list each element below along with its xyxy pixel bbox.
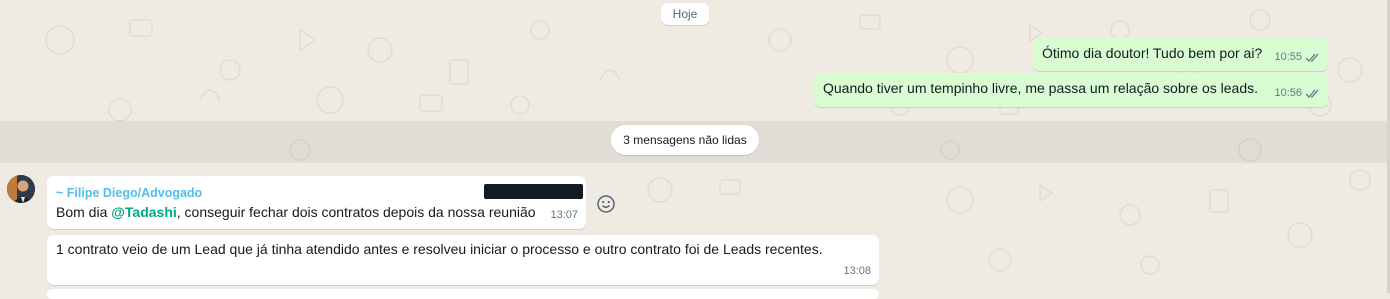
message-text: Ótimo dia doutor! Tudo bem por ai? [1042, 45, 1263, 61]
message-text: 1 contrato veio de um Lead que já tinha … [56, 241, 823, 257]
outgoing-message[interactable]: Quando tiver um tempinho livre, me passa… [814, 73, 1328, 107]
redacted-phone-number [484, 184, 583, 199]
incoming-message[interactable]: ~ Filipe Diego/Advogado Bom dia @Tadashi… [47, 176, 586, 229]
double-check-icon [1305, 53, 1319, 62]
message-time: 13:07 [550, 209, 578, 221]
sender-name[interactable]: ~ Filipe Diego/Advogado [56, 184, 202, 203]
message-time: 13:08 [843, 265, 871, 277]
date-label: Hoje [672, 7, 698, 21]
avatar-image [7, 175, 35, 203]
message-text-part: Bom dia [56, 204, 112, 220]
contact-avatar[interactable] [7, 175, 35, 203]
unread-messages-badge: 3 mensagens não lidas [611, 125, 759, 155]
message-text: Bom dia @Tadashi, conseguir fechar dois … [56, 203, 536, 222]
smiley-react-icon[interactable] [595, 193, 617, 215]
outgoing-message[interactable]: Ótimo dia doutor! Tudo bem por ai? 10:55 [1033, 38, 1328, 71]
message-time: 10:55 [1274, 51, 1302, 63]
message-time: 10:56 [1274, 87, 1302, 99]
user-mention[interactable]: @Tadashi [111, 204, 177, 220]
message-meta: 10:56 [1274, 84, 1321, 103]
message-meta: 10:55 [1274, 48, 1321, 67]
unread-label: 3 mensagens não lidas [623, 133, 747, 147]
date-separator: Hoje [661, 3, 709, 25]
incoming-message[interactable]: 1 contrato veio de um Lead que já tinha … [47, 235, 879, 285]
next-message-bubble [47, 289, 879, 299]
message-text-part: , conseguir fechar dois contratos depois… [176, 204, 536, 220]
double-check-icon [1305, 89, 1319, 98]
message-text: Quando tiver um tempinho livre, me passa… [823, 80, 1258, 96]
